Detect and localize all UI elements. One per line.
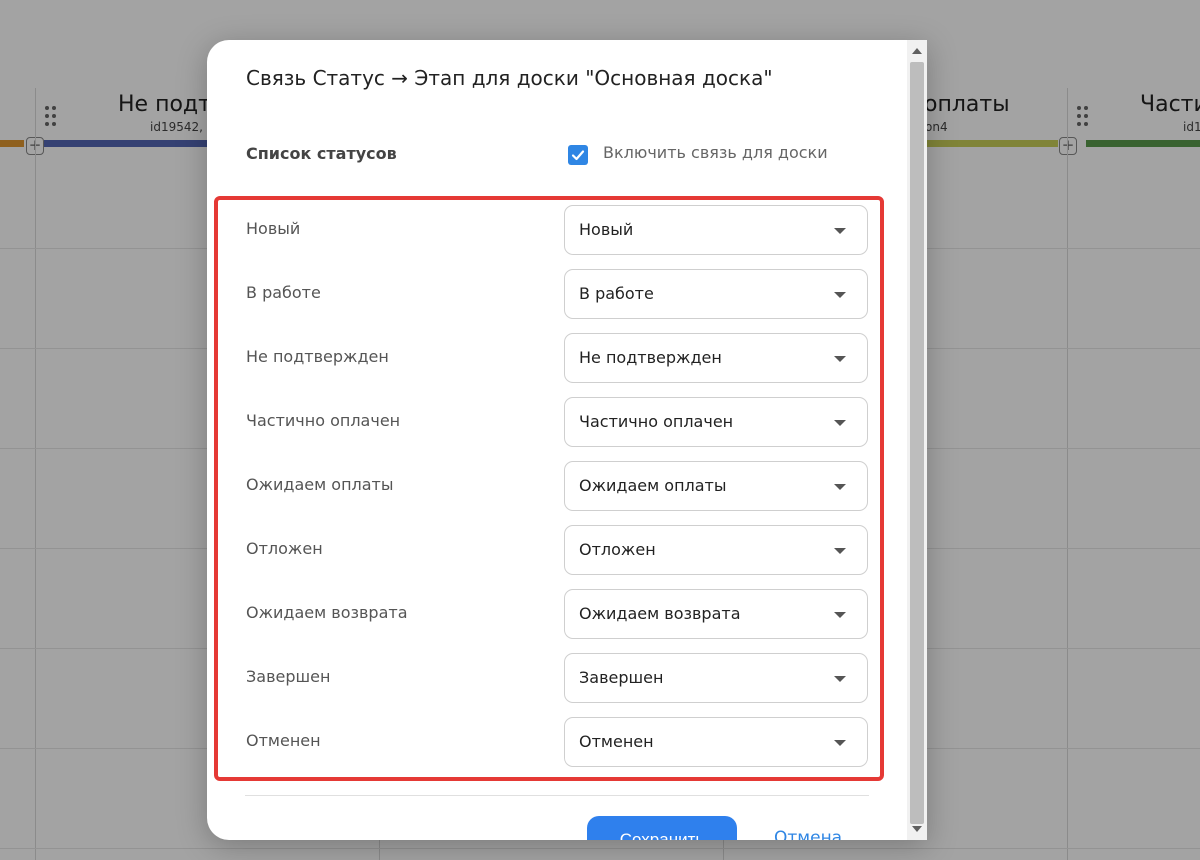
chevron-down-icon bbox=[834, 292, 846, 298]
stage-select-value: Завершен bbox=[579, 668, 664, 687]
stage-select-value: Ожидаем возврата bbox=[579, 604, 741, 623]
chevron-down-icon bbox=[834, 676, 846, 682]
status-stage-link-dialog: Связь Статус → Этап для доски "Основная … bbox=[207, 40, 927, 840]
stage-select-value: В работе bbox=[579, 284, 654, 303]
scroll-up-arrow-icon[interactable] bbox=[912, 48, 922, 54]
status-name: Отменен bbox=[246, 731, 321, 750]
status-name: Новый bbox=[246, 219, 301, 238]
status-name: Завершен bbox=[246, 667, 331, 686]
checkmark-icon bbox=[571, 150, 585, 161]
mapping-row: Не подтвержден Не подтвержден bbox=[218, 333, 880, 383]
status-name: Ожидаем оплаты bbox=[246, 475, 394, 494]
status-mapping-list: Новый Новый В работе В работе Не подтвер… bbox=[214, 196, 884, 781]
chevron-down-icon bbox=[834, 420, 846, 426]
mapping-row: Отменен Отменен bbox=[218, 717, 880, 767]
mapping-row: Завершен Завершен bbox=[218, 653, 880, 703]
mapping-row: Ожидаем возврата Ожидаем возврата bbox=[218, 589, 880, 639]
stage-select[interactable]: Частично оплачен bbox=[564, 397, 868, 447]
status-name: Частично оплачен bbox=[246, 411, 401, 430]
cancel-button[interactable]: Отмена bbox=[774, 828, 842, 840]
chevron-down-icon bbox=[834, 740, 846, 746]
stage-select[interactable]: Отложен bbox=[564, 525, 868, 575]
scrollbar-thumb[interactable] bbox=[910, 62, 924, 824]
chevron-down-icon bbox=[834, 228, 846, 234]
mapping-row: В работе В работе bbox=[218, 269, 880, 319]
stage-select-value: Отменен bbox=[579, 732, 654, 751]
stage-select[interactable]: Не подтвержден bbox=[564, 333, 868, 383]
mapping-row: Новый Новый bbox=[218, 205, 880, 255]
chevron-down-icon bbox=[834, 548, 846, 554]
stage-select[interactable]: Отменен bbox=[564, 717, 868, 767]
stage-select-value: Ожидаем оплаты bbox=[579, 476, 727, 495]
dialog-title: Связь Статус → Этап для доски "Основная … bbox=[246, 66, 773, 90]
scroll-down-arrow-icon[interactable] bbox=[912, 826, 922, 832]
stage-select-value: Отложен bbox=[579, 540, 656, 559]
chevron-down-icon bbox=[834, 484, 846, 490]
stage-select[interactable]: Ожидаем возврата bbox=[564, 589, 868, 639]
status-list-label: Список статусов bbox=[246, 144, 397, 163]
status-name: Не подтвержден bbox=[246, 347, 389, 366]
mapping-row: Отложен Отложен bbox=[218, 525, 880, 575]
status-name: Отложен bbox=[246, 539, 323, 558]
save-button[interactable]: Сохранить bbox=[587, 816, 737, 840]
stage-select-value: Частично оплачен bbox=[579, 412, 734, 431]
status-name: Ожидаем возврата bbox=[246, 603, 408, 622]
chevron-down-icon bbox=[834, 356, 846, 362]
stage-select-value: Новый bbox=[579, 220, 634, 239]
footer-divider bbox=[245, 795, 869, 796]
stage-select[interactable]: Завершен bbox=[564, 653, 868, 703]
stage-select-value: Не подтвержден bbox=[579, 348, 722, 367]
mapping-row: Ожидаем оплаты Ожидаем оплаты bbox=[218, 461, 880, 511]
dialog-scrollbar[interactable] bbox=[907, 40, 927, 840]
stage-select[interactable]: Ожидаем оплаты bbox=[564, 461, 868, 511]
status-name: В работе bbox=[246, 283, 321, 302]
stage-select[interactable]: Новый bbox=[564, 205, 868, 255]
enable-link-label: Включить связь для доски bbox=[603, 143, 828, 162]
stage-select[interactable]: В работе bbox=[564, 269, 868, 319]
mapping-row: Частично оплачен Частично оплачен bbox=[218, 397, 880, 447]
chevron-down-icon bbox=[834, 612, 846, 618]
enable-link-checkbox[interactable] bbox=[568, 145, 588, 165]
